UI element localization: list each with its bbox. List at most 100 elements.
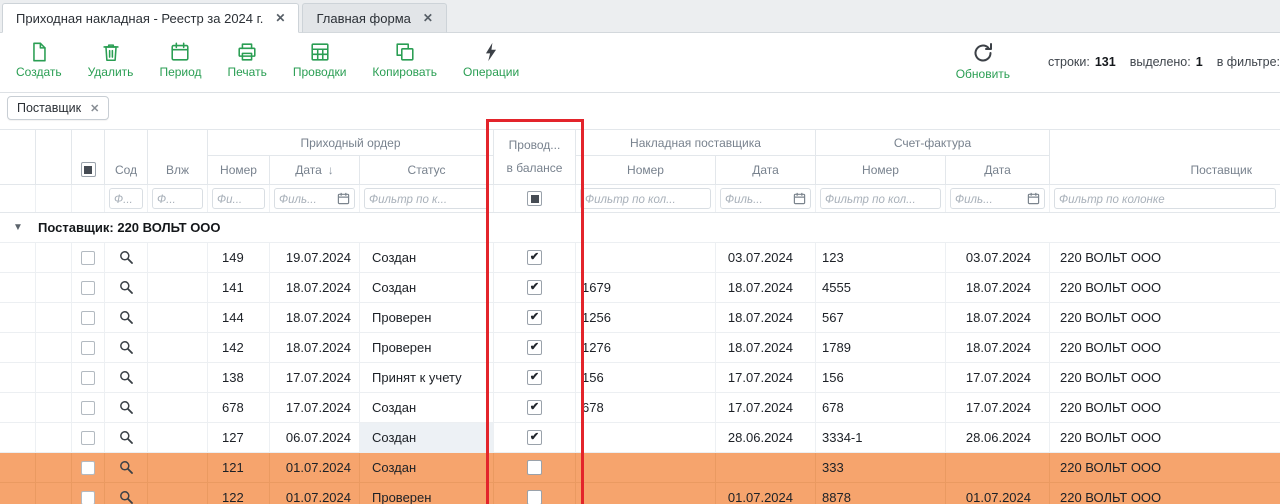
factura-date-cell: 01.07.2024 [946,483,1050,504]
filter-input-sod[interactable] [114,192,138,206]
filter-input-invoice-number[interactable] [585,192,706,206]
filter-cell-vlozh [148,185,208,212]
delete-button[interactable]: Удалить [80,38,142,79]
magnifier-icon[interactable] [119,400,134,415]
magnifier-icon[interactable] [119,250,134,265]
row-select-cell [72,393,105,422]
tab-incoming-invoice-register[interactable]: Приходная накладная - Реестр за 2024 г. … [2,3,299,33]
check-icon: ✔ [530,252,539,263]
factura-date-cell: 03.07.2024 [946,243,1050,272]
filter-input-factura-date[interactable] [955,192,1027,206]
postings-button[interactable]: Проводки [285,38,355,79]
posted-checkbox[interactable]: ✔ [527,400,542,415]
filter-input-supplier[interactable] [1059,192,1271,206]
invoice-number-cell: 1256 [576,303,716,332]
table-row[interactable]: 141 18.07.2024 Создан ✔ 1679 18.07.2024 … [0,273,1280,303]
column-header-factura-date[interactable]: Дата [946,156,1050,184]
create-button[interactable]: Создать [8,38,70,79]
posted-filter-checkbox[interactable] [527,191,542,206]
table-row[interactable]: 678 17.07.2024 Создан ✔ 678 17.07.2024 6… [0,393,1280,423]
magnifier-icon[interactable] [119,340,134,355]
operations-button[interactable]: Операции [455,38,527,79]
row-select-checkbox[interactable] [81,491,95,504]
rows-count-label: строки: [1048,55,1090,69]
column-header-order-date[interactable]: Дата ↓ [270,156,360,184]
magnifier-icon[interactable] [119,370,134,385]
posted-checkbox[interactable]: ✔ [527,310,542,325]
calendar-icon[interactable] [793,192,806,205]
table-row[interactable]: 144 18.07.2024 Проверен ✔ 1256 18.07.202… [0,303,1280,333]
table-row[interactable]: 122 01.07.2024 Проверен ✔ 01.07.2024 887… [0,483,1280,504]
magnifier-icon[interactable] [119,490,134,504]
filter-input-invoice-date[interactable] [725,192,793,206]
row-select-checkbox[interactable] [81,251,95,265]
row-select-checkbox[interactable] [81,461,95,475]
posted-checkbox[interactable]: ✔ [527,430,542,445]
refresh-button[interactable]: Обновить [948,38,1018,81]
magnifier-icon[interactable] [119,430,134,445]
row-select-checkbox[interactable] [81,281,95,295]
check-icon: ✔ [530,402,539,413]
row-vlozh-cell [148,483,208,504]
table-row[interactable]: 138 17.07.2024 Принят к учету ✔ 156 17.0… [0,363,1280,393]
group-row-supplier[interactable]: ▼ Поставщик: 220 ВОЛЬТ ООО [0,213,1280,243]
column-header-posted-in-balance[interactable]: Провод... в балансе [494,130,576,184]
table-row[interactable]: 127 06.07.2024 Создан ✔ 28.06.2024 3334-… [0,423,1280,453]
posted-checkbox[interactable]: ✔ [527,340,542,355]
posted-checkbox[interactable]: ✔ [527,280,542,295]
table-row[interactable]: 121 01.07.2024 Создан ✔ 333 220 ВОЛЬТ ОО… [0,453,1280,483]
copy-button[interactable]: Копировать [364,38,445,79]
check-icon: ✔ [530,372,539,383]
filter-input-order-date[interactable] [279,192,337,206]
posted-checkbox[interactable]: ✔ [527,490,542,504]
column-header-invoice-number[interactable]: Номер [576,156,716,184]
magnifier-icon[interactable] [119,460,134,475]
magnifier-icon[interactable] [119,280,134,295]
row-sod-cell [105,453,148,482]
table-row[interactable]: 142 18.07.2024 Проверен ✔ 1276 18.07.202… [0,333,1280,363]
calendar-icon[interactable] [1027,192,1040,205]
print-button[interactable]: Печать [220,38,275,79]
column-header-factura-number[interactable]: Номер [816,156,946,184]
row-select-cell [72,273,105,302]
invoice-date-cell [716,453,816,482]
column-header-vlozh[interactable]: Влж [148,130,208,184]
row-select-checkbox[interactable] [81,431,95,445]
close-icon[interactable]: ✕ [275,11,285,25]
invoice-number-cell: 1679 [576,273,716,302]
row-select-checkbox[interactable] [81,371,95,385]
column-header-supplier[interactable]: Поставщик [1050,130,1280,184]
rows-count-value: 131 [1095,55,1116,69]
invoice-number-cell [576,243,716,272]
filter-chip-supplier[interactable]: Поставщик ✕ [7,96,109,120]
filter-input-factura-number[interactable] [825,192,936,206]
posted-checkbox[interactable]: ✔ [527,460,542,475]
in-filter-label: в фильтре: [1217,55,1280,69]
column-header-invoice-date[interactable]: Дата [716,156,816,184]
close-icon[interactable]: ✕ [90,102,99,115]
posted-checkbox[interactable]: ✔ [527,370,542,385]
row-select-checkbox[interactable] [81,401,95,415]
status-cell: Проверен [360,483,494,504]
tab-main-form[interactable]: Главная форма ✕ [302,3,446,33]
row-select-checkbox[interactable] [81,341,95,355]
filter-input-order-number[interactable] [217,192,260,206]
row-vlozh-cell [148,333,208,362]
period-button[interactable]: Период [151,38,209,79]
column-header-order-status[interactable]: Статус [360,156,494,184]
filter-input-order-status[interactable] [369,192,484,206]
column-header-sod[interactable]: Сод [105,130,148,184]
select-all-checkbox[interactable] [81,162,96,177]
table-row[interactable]: 149 19.07.2024 Создан ✔ 03.07.2024 123 0… [0,243,1280,273]
filter-input-vlozh[interactable] [157,192,198,206]
column-header-order-number[interactable]: Номер [208,156,270,184]
row-select-checkbox[interactable] [81,311,95,325]
row-select-cell [72,243,105,272]
magnifier-icon[interactable] [119,310,134,325]
close-icon[interactable]: ✕ [423,11,433,25]
posted-checkbox[interactable]: ✔ [527,250,542,265]
calendar-icon[interactable] [337,192,350,205]
order-number-cell: 144 [208,303,270,332]
expander-icon[interactable]: ▼ [0,222,36,233]
column-group-supplier-invoice: Накладная поставщика [576,130,816,156]
